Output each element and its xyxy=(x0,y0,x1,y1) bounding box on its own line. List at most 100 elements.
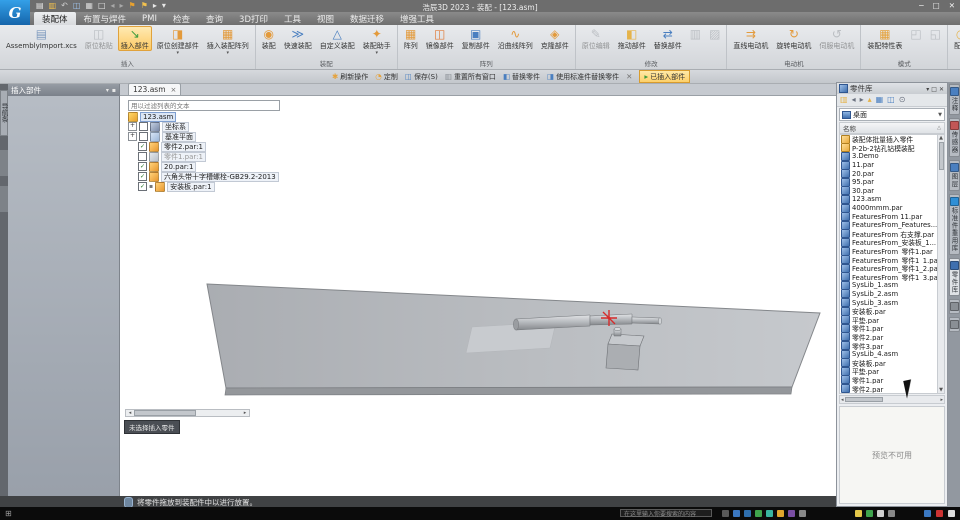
viewport-horizontal-scrollbar[interactable]: ◂ ▸ xyxy=(125,409,250,417)
new-folder-icon[interactable]: ▥ xyxy=(840,95,848,105)
mode-tool-2-button[interactable]: ◱ xyxy=(927,26,944,43)
insert-part-button[interactable]: ↘插入部件 xyxy=(118,26,152,51)
file-list-item[interactable]: 零件3.par xyxy=(841,393,937,394)
file-list-item[interactable]: FeaturesFrom_Features... xyxy=(841,221,937,230)
taskbar-app-5[interactable] xyxy=(766,510,773,517)
chevron-down-icon[interactable]: ▾ xyxy=(106,87,109,94)
column-header-name[interactable]: 名称 △ xyxy=(839,122,945,134)
file-list-item[interactable]: FeaturesFrom_零件1_3.par xyxy=(841,273,937,282)
location-dropdown[interactable]: 桌面 ▼ xyxy=(839,108,945,121)
file-list-item[interactable]: FeaturesFrom_零件1_2.par xyxy=(841,264,937,273)
close-button[interactable]: ✕ xyxy=(949,1,955,10)
bracket-front-face[interactable] xyxy=(606,344,640,370)
taskbar-search-input[interactable]: 在这里输入你要搜索的内容 xyxy=(620,509,712,517)
tray-chevron-icon[interactable] xyxy=(924,510,931,517)
tree-item[interactable]: ✓六角头带十字槽螺栓-GB29.2-2013 xyxy=(128,172,328,181)
file-list-item[interactable]: FeaturesFrom_零件1_1.par xyxy=(841,255,937,264)
left-side-tab-2[interactable] xyxy=(0,150,8,176)
file-list-item[interactable]: SysLib_3.asm xyxy=(841,298,937,307)
scrollbar-thumb[interactable] xyxy=(939,142,944,170)
file-list-item[interactable]: FeaturesFrom_安装板_1... xyxy=(841,238,937,247)
servo-motor-button[interactable]: ↺伺服电动机 xyxy=(816,26,857,51)
tree-filter-input[interactable] xyxy=(128,100,280,111)
drag-component-button[interactable]: ◧拖动部件 xyxy=(615,26,649,51)
forward-icon[interactable]: ▸ xyxy=(860,95,864,105)
refresh-operations-item[interactable]: ✱刷新操作 xyxy=(332,72,368,82)
tab-assembly[interactable]: 装配体 xyxy=(34,12,76,25)
maximize-button[interactable]: □ xyxy=(933,1,940,10)
file-list-item[interactable]: 平垫.par xyxy=(841,315,937,324)
file-list-item[interactable]: 零件2.par xyxy=(841,384,937,393)
assembly-assistant-button[interactable]: ✦装配助手▾ xyxy=(360,26,394,57)
mirror-components-button[interactable]: ◫镜像部件 xyxy=(423,26,457,51)
cylinder-rod[interactable] xyxy=(632,317,660,324)
tab-pmi[interactable]: PMI xyxy=(134,12,165,25)
file-list-item[interactable]: 30.par xyxy=(841,187,937,196)
tree-item[interactable]: ✓20.par:1 xyxy=(128,162,328,171)
tree-item[interactable]: ✓▪安装板.par:1 xyxy=(128,182,328,191)
tab-sensors[interactable]: 传感器 xyxy=(949,118,960,157)
tab-parts-library[interactable]: 零件库 xyxy=(949,258,960,297)
fast-assemble-button[interactable]: ≫快速装配 xyxy=(281,26,315,51)
customize-item[interactable]: ◔定制 xyxy=(375,72,398,82)
file-list-item[interactable]: 零件1.par xyxy=(841,376,937,385)
assemble-button[interactable]: ◉装配 xyxy=(259,26,279,51)
file-list-item[interactable]: SysLib_1.asm xyxy=(841,281,937,290)
pattern-along-curve-button[interactable]: ∿沿曲线阵列 xyxy=(495,26,536,51)
insert-assembly-pattern-button[interactable]: ▦插入装配阵列▾ xyxy=(204,26,252,57)
close-icon[interactable]: ✕ xyxy=(938,86,945,93)
linear-motor-button[interactable]: ⇉直线电动机 xyxy=(730,26,771,51)
model-viewport[interactable]: 123.asm+坐标系+基准平面✓零件2.par:1零件1.par:1✓20.p… xyxy=(120,96,836,496)
file-list-item[interactable]: FeaturesFrom 11.par xyxy=(841,212,937,221)
taskbar-app-1[interactable] xyxy=(722,510,729,517)
scroll-left-icon[interactable]: ◂ xyxy=(126,410,134,416)
tree-checkbox[interactable]: ✓ xyxy=(138,172,147,181)
file-list-item[interactable]: SysLib_2.asm xyxy=(841,290,937,299)
tree-checkbox[interactable]: ✓ xyxy=(138,162,147,171)
tab-feature-library[interactable] xyxy=(949,299,960,314)
file-list-item[interactable]: 平垫.par xyxy=(841,367,937,376)
file-list-item[interactable]: P-2b-2钻孔钻模装配 xyxy=(841,144,937,153)
taskbar-app-3[interactable] xyxy=(744,510,751,517)
modify-tool-2-button[interactable]: ▨ xyxy=(706,26,723,43)
file-list-item[interactable]: 11.par xyxy=(841,161,937,170)
taskbar-app-4[interactable] xyxy=(755,510,762,517)
close-document-icon[interactable]: × xyxy=(171,86,177,94)
reset-windows-item[interactable]: ▥重置所有窗口 xyxy=(445,72,496,82)
file-list-item[interactable]: 安装板.par xyxy=(841,307,937,316)
tree-checkbox[interactable] xyxy=(139,122,148,131)
tree-item[interactable]: ✓零件2.par:1 xyxy=(128,142,328,151)
tab-layout-weldment[interactable]: 布置与焊件 xyxy=(76,12,135,25)
file-list-item[interactable]: FeaturesFrom 右支撑.par xyxy=(841,230,937,239)
tray-icon-4[interactable] xyxy=(888,510,895,517)
replace-with-standard-item[interactable]: ◨使用标准件替换零件 xyxy=(547,72,619,82)
duplicate-components-button[interactable]: ▣复制部件 xyxy=(459,26,493,51)
taskbar-app-6[interactable] xyxy=(777,510,784,517)
tree-item[interactable]: +坐标系 xyxy=(128,122,328,131)
file-list-item[interactable]: 20.par xyxy=(841,169,937,178)
file-list-item[interactable]: 零件2.par xyxy=(841,333,937,342)
clone-components-button[interactable]: ◈克隆部件 xyxy=(538,26,572,51)
taskbar-app-2[interactable] xyxy=(733,510,740,517)
start-button[interactable]: ⊞ xyxy=(5,509,12,519)
tray-icon-3[interactable] xyxy=(877,510,884,517)
tab-view[interactable]: 视图 xyxy=(309,12,342,25)
scroll-left-icon[interactable]: ◂ xyxy=(841,397,844,403)
tree-checkbox[interactable] xyxy=(138,152,147,161)
tab-layers[interactable]: 图层 xyxy=(949,160,960,191)
search-icon[interactable]: ⊙ xyxy=(899,95,906,105)
minimize-button[interactable]: ─ xyxy=(919,1,924,10)
volume-icon[interactable] xyxy=(948,510,955,517)
autohide-pin-icon[interactable]: □ xyxy=(930,86,938,93)
file-list-item[interactable]: 3.Demo xyxy=(841,152,937,161)
views-icon[interactable]: ▦ xyxy=(876,95,884,105)
preview-toggle-icon[interactable]: ◫ xyxy=(887,95,895,105)
scroll-up-icon[interactable]: ▲ xyxy=(939,135,943,141)
tray-icon-2[interactable] xyxy=(866,510,873,517)
file-list-horizontal-scrollbar[interactable]: ◂ ▸ xyxy=(839,395,945,404)
file-list-item[interactable]: 4000mmm.par xyxy=(841,204,937,213)
tree-item[interactable]: +基准平面 xyxy=(128,132,328,141)
tab-annotations[interactable]: 注释 xyxy=(949,84,960,115)
tray-icon-1[interactable] xyxy=(855,510,862,517)
scroll-right-icon[interactable]: ▸ xyxy=(241,410,249,416)
